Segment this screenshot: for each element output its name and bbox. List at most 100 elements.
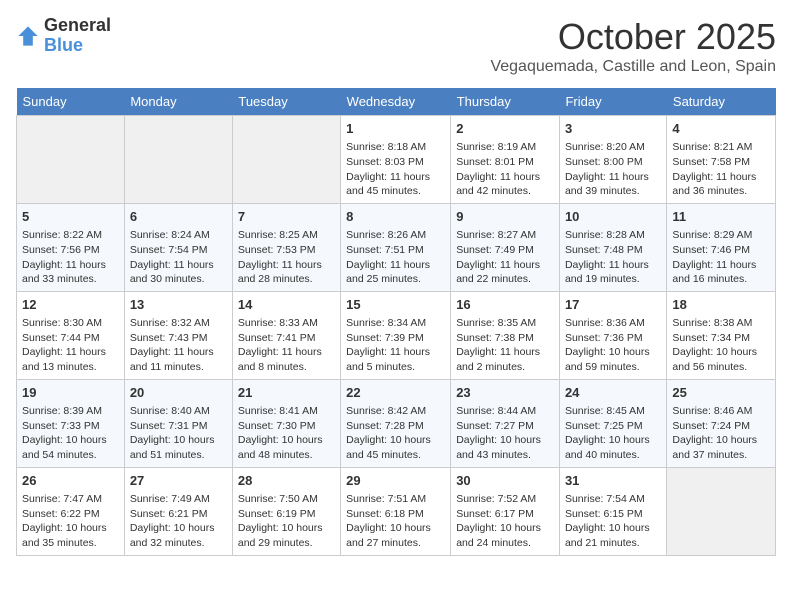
- cell-text: Sunset: 7:24 PM: [672, 419, 770, 434]
- day-number: 19: [22, 384, 119, 402]
- day-number: 31: [565, 472, 661, 490]
- cell-text: Daylight: 10 hours and 37 minutes.: [672, 433, 770, 462]
- day-number: 2: [456, 120, 554, 138]
- day-number: 11: [672, 208, 770, 226]
- cell-text: Daylight: 11 hours and 5 minutes.: [346, 345, 445, 374]
- day-number: 5: [22, 208, 119, 226]
- calendar-cell: 15Sunrise: 8:34 AMSunset: 7:39 PMDayligh…: [341, 291, 451, 379]
- cell-text: Sunset: 7:36 PM: [565, 331, 661, 346]
- cell-text: Daylight: 11 hours and 33 minutes.: [22, 258, 119, 287]
- cell-text: Sunset: 6:22 PM: [22, 507, 119, 522]
- calendar-cell: [667, 467, 776, 555]
- calendar-cell: 10Sunrise: 8:28 AMSunset: 7:48 PMDayligh…: [559, 203, 666, 291]
- cell-text: Sunrise: 8:19 AM: [456, 140, 554, 155]
- cell-text: Sunset: 8:00 PM: [565, 155, 661, 170]
- logo-general-text: General: [44, 16, 111, 36]
- cell-text: Daylight: 10 hours and 32 minutes.: [130, 521, 227, 550]
- cell-text: Daylight: 11 hours and 8 minutes.: [238, 345, 335, 374]
- cell-text: Sunrise: 8:46 AM: [672, 404, 770, 419]
- calendar-day-header: Tuesday: [232, 88, 340, 116]
- cell-text: Daylight: 10 hours and 35 minutes.: [22, 521, 119, 550]
- calendar-cell: 20Sunrise: 8:40 AMSunset: 7:31 PMDayligh…: [124, 379, 232, 467]
- cell-text: Sunset: 6:17 PM: [456, 507, 554, 522]
- calendar-cell: 24Sunrise: 8:45 AMSunset: 7:25 PMDayligh…: [559, 379, 666, 467]
- calendar-week-row: 12Sunrise: 8:30 AMSunset: 7:44 PMDayligh…: [17, 291, 776, 379]
- cell-text: Sunrise: 8:40 AM: [130, 404, 227, 419]
- cell-text: Sunrise: 7:54 AM: [565, 492, 661, 507]
- cell-text: Daylight: 11 hours and 30 minutes.: [130, 258, 227, 287]
- cell-text: Sunset: 8:01 PM: [456, 155, 554, 170]
- cell-text: Sunset: 6:19 PM: [238, 507, 335, 522]
- calendar-cell: 12 Sunrise: 8:30 AMSunset: 7:44 PMDayligh…: [17, 291, 125, 379]
- cell-text: Sunrise: 8:35 AM: [456, 316, 554, 331]
- day-number: 21: [238, 384, 335, 402]
- calendar-cell: 11Sunrise: 8:29 AMSunset: 7:46 PMDayligh…: [667, 203, 776, 291]
- calendar-cell: 5Sunrise: 8:22 AMSunset: 7:56 PMDaylight…: [17, 203, 125, 291]
- calendar-header-row: SundayMondayTuesdayWednesdayThursdayFrid…: [17, 88, 776, 116]
- calendar-cell: 29Sunrise: 7:51 AMSunset: 6:18 PMDayligh…: [341, 467, 451, 555]
- cell-text: Daylight: 11 hours and 11 minutes.: [130, 345, 227, 374]
- cell-text: Sunset: 7:53 PM: [238, 243, 335, 258]
- cell-text: Sunrise: 8:20 AM: [565, 140, 661, 155]
- day-number: 23: [456, 384, 554, 402]
- calendar-cell: 16Sunrise: 8:35 AMSunset: 7:38 PMDayligh…: [451, 291, 560, 379]
- day-number: 13: [130, 296, 227, 314]
- day-number: 18: [672, 296, 770, 314]
- location-title: Vegaquemada, Castille and Leon, Spain: [490, 58, 776, 76]
- day-number: 17: [565, 296, 661, 314]
- cell-text: Sunset: 8:03 PM: [346, 155, 445, 170]
- cell-text: Sunrise: 8:39 AM: [22, 404, 119, 419]
- day-number: 10: [565, 208, 661, 226]
- cell-text: Sunrise: 8:21 AM: [672, 140, 770, 155]
- cell-text: Sunrise: 7:50 AM: [238, 492, 335, 507]
- cell-text: Sunrise: 7:47 AM: [22, 492, 119, 507]
- day-number: 27: [130, 472, 227, 490]
- cell-text: Sunset: 7:31 PM: [130, 419, 227, 434]
- cell-text: Sunset: 7:30 PM: [238, 419, 335, 434]
- cell-text: Sunset: 6:18 PM: [346, 507, 445, 522]
- cell-text: Daylight: 11 hours and 22 minutes.: [456, 258, 554, 287]
- cell-text: Sunrise: 8:30 AM: [22, 316, 119, 331]
- day-number: 8: [346, 208, 445, 226]
- calendar-week-row: 1Sunrise: 8:18 AMSunset: 8:03 PMDaylight…: [17, 116, 776, 204]
- cell-text: Sunrise: 8:38 AM: [672, 316, 770, 331]
- cell-text: Daylight: 11 hours and 13 minutes.: [22, 345, 119, 374]
- cell-text: Daylight: 11 hours and 19 minutes.: [565, 258, 661, 287]
- calendar-cell: 13Sunrise: 8:32 AMSunset: 7:43 PMDayligh…: [124, 291, 232, 379]
- cell-text: Sunrise: 8:22 AM: [22, 228, 119, 243]
- month-title: October 2025: [490, 16, 776, 58]
- cell-text: Daylight: 10 hours and 40 minutes.: [565, 433, 661, 462]
- cell-text: Sunrise: 8:25 AM: [238, 228, 335, 243]
- cell-text: Daylight: 10 hours and 56 minutes.: [672, 345, 770, 374]
- day-number: 16: [456, 296, 554, 314]
- cell-text: Sunset: 7:44 PM: [22, 331, 119, 346]
- cell-text: Sunrise: 8:27 AM: [456, 228, 554, 243]
- logo-icon: [16, 24, 40, 48]
- cell-text: Daylight: 11 hours and 16 minutes.: [672, 258, 770, 287]
- cell-text: Daylight: 10 hours and 29 minutes.: [238, 521, 335, 550]
- cell-text: Sunset: 7:33 PM: [22, 419, 119, 434]
- cell-text: Daylight: 11 hours and 2 minutes.: [456, 345, 554, 374]
- calendar-cell: 19Sunrise: 8:39 AMSunset: 7:33 PMDayligh…: [17, 379, 125, 467]
- cell-text: Daylight: 10 hours and 51 minutes.: [130, 433, 227, 462]
- cell-text: Daylight: 11 hours and 45 minutes.: [346, 170, 445, 199]
- calendar-cell: [124, 116, 232, 204]
- calendar-day-header: Saturday: [667, 88, 776, 116]
- cell-text: Daylight: 10 hours and 43 minutes.: [456, 433, 554, 462]
- cell-text: Sunset: 6:21 PM: [130, 507, 227, 522]
- day-number: 7: [238, 208, 335, 226]
- cell-text: Daylight: 10 hours and 48 minutes.: [238, 433, 335, 462]
- calendar-cell: 4Sunrise: 8:21 AMSunset: 7:58 PMDaylight…: [667, 116, 776, 204]
- day-number: 12: [22, 296, 119, 314]
- cell-text: Daylight: 10 hours and 45 minutes.: [346, 433, 445, 462]
- calendar-cell: 31Sunrise: 7:54 AMSunset: 6:15 PMDayligh…: [559, 467, 666, 555]
- calendar-cell: 23Sunrise: 8:44 AMSunset: 7:27 PMDayligh…: [451, 379, 560, 467]
- calendar-cell: 8Sunrise: 8:26 AMSunset: 7:51 PMDaylight…: [341, 203, 451, 291]
- cell-text: Daylight: 11 hours and 36 minutes.: [672, 170, 770, 199]
- calendar-week-row: 5Sunrise: 8:22 AMSunset: 7:56 PMDaylight…: [17, 203, 776, 291]
- calendar-cell: 3Sunrise: 8:20 AMSunset: 8:00 PMDaylight…: [559, 116, 666, 204]
- cell-text: Sunrise: 8:36 AM: [565, 316, 661, 331]
- calendar-cell: 27Sunrise: 7:49 AMSunset: 6:21 PMDayligh…: [124, 467, 232, 555]
- day-number: 24: [565, 384, 661, 402]
- calendar-cell: 18Sunrise: 8:38 AMSunset: 7:34 PMDayligh…: [667, 291, 776, 379]
